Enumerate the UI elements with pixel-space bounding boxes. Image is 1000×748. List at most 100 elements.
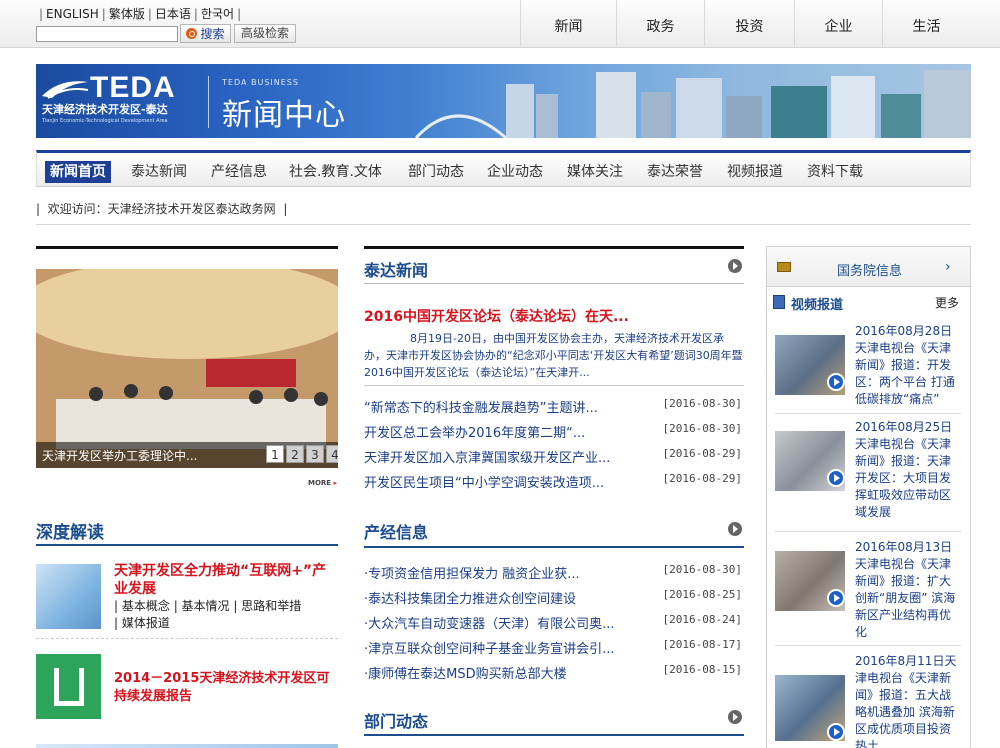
depth-link-measures[interactable]: 思路和举措 [241,599,301,613]
video-section-icon [773,295,785,309]
dept-news-title[interactable]: 部门动态 [364,708,428,732]
list-item[interactable]: 天津开发区加入京津冀国家级开发区产业... [2016-08-29] [364,444,744,469]
welcome-bar: | 欢迎访问：天津经济技术开发区泰达政务网 | [36,202,288,216]
headline-link[interactable]: 2016中国开发区论坛（泰达论坛）在天... [364,306,629,326]
industry-news-title[interactable]: 产经信息 [364,519,428,543]
play-icon[interactable] [827,723,845,741]
divider [364,283,744,284]
section-nav-media[interactable]: 媒体关注 [567,161,623,183]
state-council-info-link[interactable]: 国务院信息 › [767,247,970,287]
teda-news-more-icon[interactable] [728,259,742,273]
news-title[interactable]: 开发区总工会举办2016年度第二期“... [364,422,585,441]
depth-section-title[interactable]: 深度解读 [36,518,104,543]
list-item[interactable]: “新常态下的科技金融发展趋势”主题讲... [2016-08-30] [364,394,744,419]
depth-item-links: | 基本概念 | 基本情况 | 思路和举措 | 媒体报道 [114,599,302,630]
chevron-right-icon: › [945,259,951,275]
news-title[interactable]: ·泰达科技集团全力推进众创空间建设 [364,588,576,607]
list-item[interactable]: ·泰达科技集团全力推进众创空间建设 [2016-08-25] [364,585,744,610]
news-title[interactable]: ·津京互联众创空间种子基金业务宣讲会引... [364,638,615,657]
section-nav-teda-news[interactable]: 泰达新闻 [131,161,187,183]
more-link[interactable]: MORE ▸ [308,479,337,487]
slider-page-4[interactable]: 4 [326,445,338,463]
divider [775,645,961,646]
lang-japanese-link[interactable]: 日本语 [155,7,191,21]
depth-link-media[interactable]: 媒体报道 [122,616,170,630]
headline-summary: 8月19日-20日，由中国开发区协会主办，天津经济技术开发区承办，天津市开发区协… [364,332,743,379]
lang-traditional-link[interactable]: 繁体版 [109,7,145,21]
list-item[interactable]: 开发区民生项目“中小学空调安装改造项... [2016-08-29] [364,469,744,494]
section-nav-honors[interactable]: 泰达荣誉 [647,161,703,183]
news-title[interactable]: ·专项资金信用担保发力 融资企业获... [364,563,580,582]
right-column: 国务院信息 › 视频报道 更多 2016年08月28日天津电视台《天津新闻》报道… [766,246,971,748]
lang-english-link[interactable]: ENGLISH [46,7,99,21]
depth-link-status[interactable]: 基本情况 [182,599,230,613]
teda-logo[interactable]: TEDA 天津经济技术开发区-泰达 Tianjin Economic-Techn… [38,73,198,124]
banner-strip[interactable] [36,744,338,748]
section-nav-industry[interactable]: 产经信息 [211,161,267,183]
slider-page-3[interactable]: 3 [306,445,324,463]
list-item[interactable]: ·专项资金信用担保发力 融资企业获... [2016-08-30] [364,560,744,585]
section-nav-society[interactable]: 社会.教育.文体 [289,161,382,183]
section-nav-enterprises[interactable]: 企业动态 [487,161,543,183]
play-icon[interactable] [827,373,845,391]
video-more-link[interactable]: 更多 [935,294,959,311]
section-nav-downloads[interactable]: 资料下载 [807,161,863,183]
video-title[interactable]: 2016年08月25日天津电视台《天津新闻》报道：天津开发区：大项目发挥虹吸效应… [855,419,961,521]
banner-subtitle: TEDA BUSINESS [222,78,299,87]
advanced-search-button[interactable]: 高级检索 [234,24,296,43]
video-title[interactable]: 2016年8月11日天津电视台《天津新闻》报道：五大战略机遇叠加 滨海新区成优质… [855,653,961,748]
main-nav: 新闻 政务 投资 企业 生活 [520,0,970,48]
language-links: | ENGLISH | 繁体版 | 日本语 | 한국어 | [39,7,242,21]
teda-news-title[interactable]: 泰达新闻 [364,257,428,281]
main-nav-government[interactable]: 政务 [616,0,704,48]
news-title[interactable]: 开发区民生项目“中小学空调安装改造项... [364,472,604,491]
play-icon[interactable] [827,589,845,607]
list-item[interactable]: ·康师傅在泰达MSD购买新总部大楼 [2016-08-15] [364,660,744,685]
video-section-title[interactable]: 视频报道 [791,294,843,313]
depth-link-concept[interactable]: 基本概念 [122,599,170,613]
photo-slider[interactable]: 天津开发区举办工委理论中... 1 2 3 4 [36,269,338,468]
news-title[interactable]: ·康师傅在泰达MSD购买新总部大楼 [364,663,567,682]
depth-item-report-title[interactable]: 2014－2015天津经济技术开发区可持续发展报告 [114,670,338,706]
slider-caption[interactable]: 天津开发区举办工委理论中... [42,447,232,464]
slider-page-1[interactable]: 1 [266,445,284,463]
video-title[interactable]: 2016年08月28日天津电视台《天津新闻》报道：开发区：两个平台 打通低碳排放… [855,323,961,408]
more-label: MORE [308,479,332,487]
industry-news-more-icon[interactable] [728,522,742,536]
teda-logo-icon [42,81,89,99]
report-logo-icon [54,668,84,706]
news-date: [2016-08-30] [662,422,742,435]
divider [775,413,961,414]
list-item[interactable]: ·大众汽车自动变速器（天津）有限公司奥... [2016-08-24] [364,610,744,635]
depth-thumbnail-report[interactable] [36,654,101,719]
list-item[interactable]: ·津京互联众创空间种子基金业务宣讲会引... [2016-08-17] [364,635,744,660]
search-input[interactable] [36,26,178,42]
main-nav-life[interactable]: 生活 [882,0,970,48]
top-bar: | ENGLISH | 繁体版 | 日本语 | 한국어 | 搜索 高级检索 新闻 政务 投资 企… [0,0,1000,48]
news-title[interactable]: 天津开发区加入京津冀国家级开发区产业... [364,447,610,466]
section-nav-departments[interactable]: 部门动态 [408,161,464,183]
arrow-right-icon: ▸ [333,479,338,487]
dept-news-more-icon[interactable] [728,710,742,724]
teda-news-list: “新常态下的科技金融发展趋势”主题讲... [2016-08-30] 开发区总工会… [364,394,744,494]
list-item[interactable]: 开发区总工会举办2016年度第二期“... [2016-08-30] [364,419,744,444]
section-nav-home[interactable]: 新闻首页 [45,161,111,183]
search-button[interactable]: 搜索 [180,24,231,43]
banner-divider [208,76,209,128]
news-title[interactable]: ·大众汽车自动变速器（天津）有限公司奥... [364,613,615,632]
depth-item-internet-title[interactable]: 天津开发区全力推动“互联网+”产业发展 [114,562,338,598]
video-title[interactable]: 2016年08月13日天津电视台《天津新闻》报道：扩大创新“朋友圈” 滨海新区产… [855,539,961,641]
industry-news-list: ·专项资金信用担保发力 融资企业获... [2016-08-30] ·泰达科技集团… [364,560,744,685]
play-icon[interactable] [827,469,845,487]
main-nav-news[interactable]: 新闻 [520,0,616,48]
depth-thumbnail-internet[interactable] [36,564,101,629]
section-nav-video[interactable]: 视频报道 [727,161,783,183]
main-nav-investment[interactable]: 投资 [704,0,794,48]
news-date: [2016-08-29] [662,472,742,485]
search-icon [186,28,198,39]
news-title[interactable]: “新常态下的科技金融发展趋势”主题讲... [364,397,598,416]
main-nav-enterprise[interactable]: 企业 [794,0,882,48]
section-rule [364,546,744,548]
lang-korean-link[interactable]: 한국어 [201,7,234,21]
slider-page-2[interactable]: 2 [286,445,304,463]
